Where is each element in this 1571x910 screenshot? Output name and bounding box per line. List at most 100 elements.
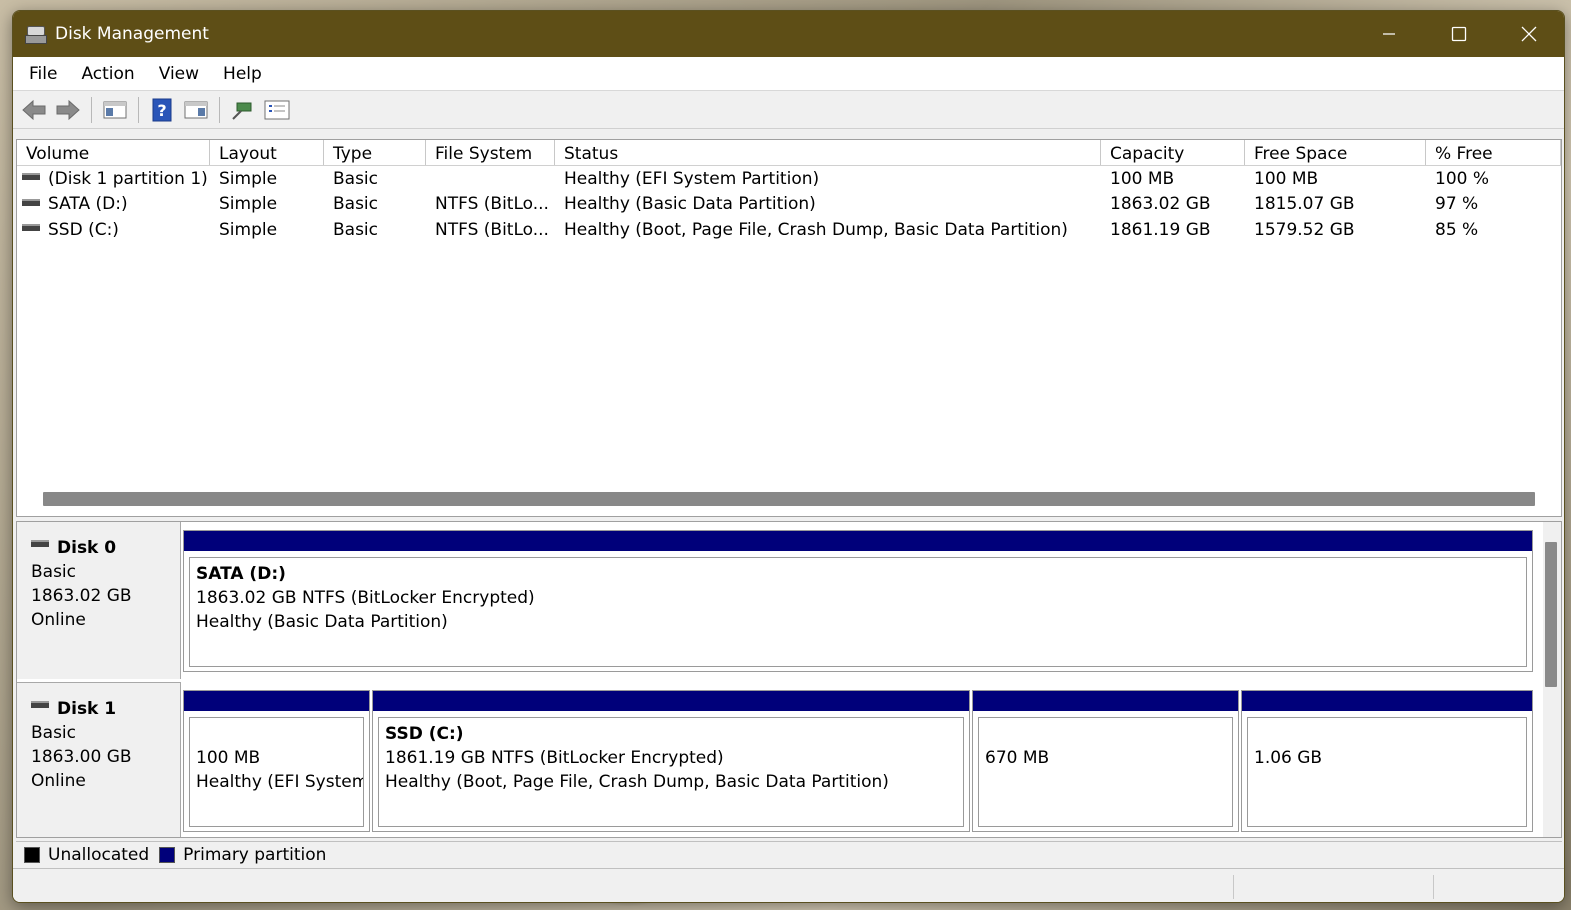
status-bar <box>13 868 1564 902</box>
column-header-file-system[interactable]: File System <box>426 140 555 165</box>
volume-percent-free: 97 % <box>1435 194 1479 215</box>
disk-name: Disk 0 <box>57 538 117 558</box>
window-title: Disk Management <box>55 24 209 44</box>
show-console-tree-button[interactable] <box>100 95 130 125</box>
column-header-layout[interactable]: Layout <box>210 140 324 165</box>
close-icon <box>1521 26 1537 42</box>
vertical-scrollbar-track[interactable] <box>1543 522 1561 837</box>
volume-row[interactable]: SSD (C:) Simple Basic NTFS (BitLo... Hea… <box>17 217 1561 243</box>
legend-label: Unallocated <box>48 844 150 865</box>
volume-status: Healthy (Basic Data Partition) <box>564 194 816 215</box>
volume-type: Basic <box>333 168 379 189</box>
maximize-icon <box>1451 26 1467 42</box>
partition-recovery-670mb[interactable]: 670 MB <box>972 690 1239 832</box>
column-header-volume[interactable]: Volume <box>17 140 210 165</box>
disk-type: Basic <box>31 562 77 582</box>
volume-layout: Simple <box>219 168 278 189</box>
primary-partition-bar <box>373 691 969 711</box>
partition-efi[interactable]: 100 MB Healthy (EFI System P <box>183 690 370 832</box>
forward-button[interactable] <box>53 95 83 125</box>
show-action-pane-button[interactable] <box>181 95 211 125</box>
primary-partition-bar <box>973 691 1238 711</box>
title-bar[interactable]: Disk Management <box>13 11 1564 57</box>
partition-detail: 1.06 GB <box>1254 748 1323 768</box>
legend: Unallocated Primary partition <box>16 841 1562 867</box>
disk-0-label[interactable]: Disk 0 Basic 1863.02 GB Online <box>17 522 181 679</box>
partition-detail: 100 MB <box>196 748 261 768</box>
volume-file-system: NTFS (BitLo... <box>435 219 549 240</box>
volume-capacity: 1863.02 GB <box>1110 194 1211 215</box>
disk-1-label[interactable]: Disk 1 Basic 1863.00 GB Online <box>17 682 181 837</box>
volume-status: Healthy (EFI System Partition) <box>564 168 820 189</box>
volume-percent-free: 85 % <box>1435 219 1479 240</box>
column-header-percent-free[interactable]: % Free <box>1426 140 1561 165</box>
legend-primary-partition: Primary partition <box>159 845 326 865</box>
partition-status: Healthy (Basic Data Partition) <box>196 612 448 632</box>
checklist-button[interactable] <box>262 95 292 125</box>
help-icon: ? <box>152 98 172 121</box>
disk-icon <box>31 539 49 547</box>
volume-row[interactable]: (Disk 1 partition 1) Simple Basic Health… <box>17 166 1561 192</box>
disk-management-window: Disk Management File Action View Help ? … <box>12 10 1565 903</box>
volume-name: SSD (C:) <box>48 219 119 240</box>
disk-state: Online <box>31 771 86 791</box>
vertical-scrollbar-thumb[interactable] <box>1545 542 1557 687</box>
menu-view[interactable]: View <box>147 64 211 84</box>
disk-size: 1863.02 GB <box>31 586 132 606</box>
disk-graphical-view: Disk 0 Basic 1863.02 GB Online SATA (D:)… <box>16 521 1562 838</box>
volume-free-space: 1815.07 GB <box>1254 194 1355 215</box>
primary-partition-swatch <box>159 846 176 863</box>
menu-bar: File Action View Help <box>13 57 1564 91</box>
menu-help[interactable]: Help <box>211 64 274 84</box>
disk-type: Basic <box>31 723 77 743</box>
minimize-icon <box>1383 33 1395 35</box>
close-button[interactable] <box>1494 11 1564 57</box>
toolbar-separator <box>91 96 92 123</box>
disk-name: Disk 1 <box>57 699 117 719</box>
legend-unallocated: Unallocated <box>24 845 149 865</box>
disk-tool-icon <box>232 102 252 120</box>
volume-row[interactable]: SATA (D:) Simple Basic NTFS (BitLo... He… <box>17 192 1561 218</box>
volume-capacity: 1861.19 GB <box>1110 219 1211 240</box>
partition-status: Healthy (EFI System P <box>196 772 364 792</box>
volume-list-header: Volume Layout Type File System Status Ca… <box>17 140 1561 166</box>
volume-type: Basic <box>333 219 379 240</box>
toolbar-separator <box>219 96 220 123</box>
back-arrow-icon <box>22 99 46 120</box>
horizontal-scrollbar[interactable] <box>43 492 1535 506</box>
partition-detail: 1863.02 GB NTFS (BitLocker Encrypted) <box>196 588 535 608</box>
disk-icon <box>31 700 49 708</box>
partition-name: SSD (C:) <box>385 724 464 744</box>
menu-action[interactable]: Action <box>69 64 146 84</box>
volume-icon <box>22 173 40 181</box>
minimize-button[interactable] <box>1354 11 1424 57</box>
legend-label: Primary partition <box>183 844 327 865</box>
column-header-free-space[interactable]: Free Space <box>1245 140 1426 165</box>
partition-sata-d[interactable]: SATA (D:) 1863.02 GB NTFS (BitLocker Enc… <box>183 530 1533 672</box>
volume-file-system: NTFS (BitLo... <box>435 194 549 215</box>
volume-icon <box>22 198 40 206</box>
partition-detail: 670 MB <box>985 748 1050 768</box>
partition-ssd-c[interactable]: SSD (C:) 1861.19 GB NTFS (BitLocker Encr… <box>372 690 970 832</box>
toolbar-separator <box>138 96 139 123</box>
disk-1-row: Disk 1 Basic 1863.00 GB Online 100 MB He… <box>17 682 1542 837</box>
column-header-status[interactable]: Status <box>555 140 1101 165</box>
menu-file[interactable]: File <box>17 64 69 84</box>
status-separator <box>1233 875 1234 899</box>
primary-partition-bar <box>1242 691 1532 711</box>
disk-management-icon <box>25 24 47 44</box>
partition-recovery-1-06gb[interactable]: 1.06 GB <box>1241 690 1533 832</box>
partition-detail: 1861.19 GB NTFS (BitLocker Encrypted) <box>385 748 724 768</box>
column-header-capacity[interactable]: Capacity <box>1101 140 1245 165</box>
volume-layout: Simple <box>219 194 278 215</box>
volume-name: SATA (D:) <box>48 194 128 215</box>
maximize-button[interactable] <box>1424 11 1494 57</box>
column-header-type[interactable]: Type <box>324 140 426 165</box>
partition-status: Healthy (Boot, Page File, Crash Dump, Ba… <box>385 772 889 792</box>
help-button[interactable]: ? <box>147 95 177 125</box>
volume-type: Basic <box>333 194 379 215</box>
volume-capacity: 100 MB <box>1110 168 1175 189</box>
volume-status: Healthy (Boot, Page File, Crash Dump, Ba… <box>564 219 1068 240</box>
disk-tool-button[interactable] <box>228 95 258 125</box>
back-button[interactable] <box>19 95 49 125</box>
